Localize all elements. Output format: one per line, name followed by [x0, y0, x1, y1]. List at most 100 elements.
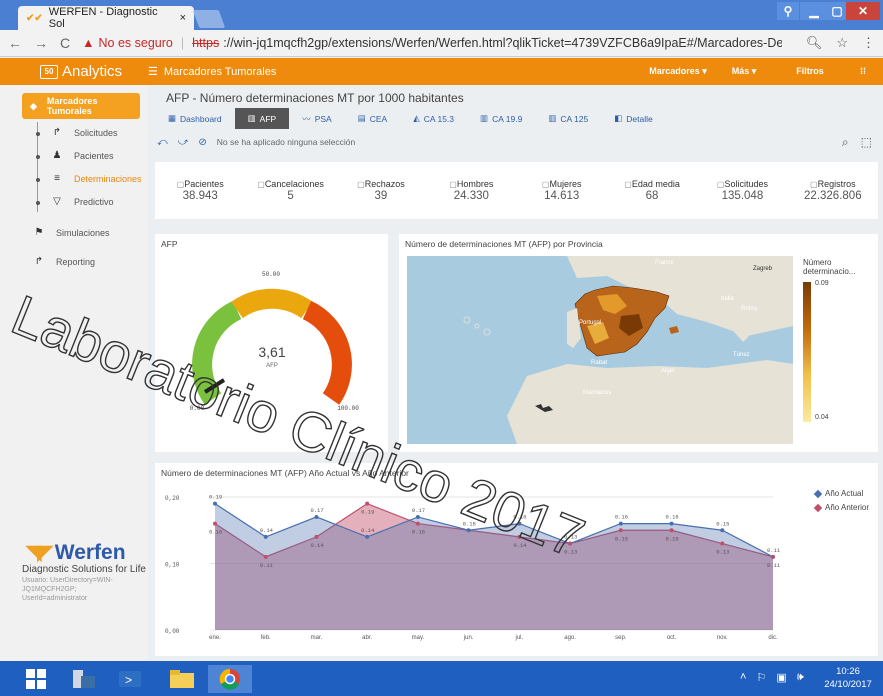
sidebar-item-label: Simulaciones [56, 227, 110, 238]
powershell-icon[interactable]: > [108, 665, 152, 693]
data-point [365, 501, 370, 506]
tagline: Diagnostic Solutions for Life [22, 564, 146, 575]
close-window-icon[interactable]: ✕ [846, 2, 880, 20]
data-label: 0.14 [310, 542, 324, 549]
chrome-icon[interactable] [208, 665, 252, 693]
africa-landmass [507, 360, 793, 444]
bookmark-star-icon[interactable]: ☆ [836, 35, 848, 51]
detail-icon: ◧ [614, 113, 623, 123]
sidebar-item-solicitudes[interactable]: ↱ Solicitudes [52, 127, 118, 138]
tab-close-icon[interactable]: × [180, 12, 186, 24]
url-text: ://win-jq1mqcfh2gp/extensions/Werfen/Wer… [223, 36, 783, 50]
bar-chart-icon: ▥ [480, 113, 489, 123]
kpi-cancelaciones: Cancelaciones5 [245, 162, 335, 219]
warning-icon: ▲ [82, 36, 95, 50]
browser-tab[interactable]: ✔✔ WERFEN - Diagnostic Sol × [18, 6, 194, 30]
user-icon[interactable]: ⚲ [777, 2, 799, 20]
balearic-provinces[interactable] [669, 326, 679, 334]
y-tick-label: 0,20 [165, 495, 180, 502]
data-point [263, 554, 268, 559]
tab-psa[interactable]: 〰 PSA [289, 108, 345, 129]
gauge-mid-label: 50.00 [262, 271, 280, 278]
tab-cea[interactable]: ▤ CEA [345, 108, 401, 129]
tab-ca199[interactable]: ▥ CA 19.9 [467, 108, 535, 129]
kpi-value: 14.613 [544, 190, 580, 202]
clock[interactable]: 10:26 24/10/2017 [818, 665, 878, 691]
map-legend-min: 0.04 [815, 414, 829, 421]
zoom-icon[interactable]: 🔍︎ [806, 35, 823, 51]
data-label: 0.11 [260, 562, 274, 569]
tab-detalle[interactable]: ◧ Detalle [601, 108, 666, 129]
url-field[interactable]: ▲ No es seguro | https://win-jq1mqcfh2gp… [82, 36, 782, 50]
logo-text: Werfen [54, 540, 126, 564]
back-selection-icon[interactable]: ⤺ [157, 137, 168, 148]
tab-ca153[interactable]: ◭ CA 15.3 [400, 108, 467, 129]
data-point [314, 534, 319, 539]
filtros-button[interactable]: Filtros [777, 66, 843, 77]
forward-icon[interactable]: → [34, 35, 48, 51]
forward-selection-icon[interactable]: ⤻ [178, 137, 189, 148]
sidebar-item-reporting[interactable]: ↱ Reporting [34, 256, 95, 267]
tab-dashboard[interactable]: ▦ Dashboard [155, 108, 235, 129]
island [463, 316, 471, 324]
hamburger-icon: ☰ [148, 66, 158, 78]
sidebar-item-simulaciones[interactable]: ⚑ Simulaciones [34, 227, 110, 238]
kpi-label: Edad media [624, 179, 680, 189]
page-title: AFP - Número determinaciones MT por 1000… [166, 91, 464, 105]
gauge-max-label: 100.00 [337, 405, 359, 412]
line-chart-panel[interactable]: Número de determinaciones MT (AFP) Año A… [155, 463, 878, 656]
series-area-actual [215, 503, 773, 630]
marcadores-menu[interactable]: Marcadores ▾ [645, 66, 711, 77]
selections-tool-icon[interactable]: ⬚ [861, 135, 872, 150]
data-point [618, 528, 623, 533]
tray-chevron-icon[interactable]: ˄ [740, 671, 746, 684]
tab-label: CEA [369, 113, 388, 124]
browser-menu-icon[interactable]: ⋮ [862, 35, 875, 51]
data-point [263, 534, 268, 539]
back-icon[interactable]: ← [8, 35, 22, 51]
sidebar-item-predictivo[interactable]: ▽ Predictivo [52, 196, 113, 207]
apps-grid-icon[interactable]: ⁞⁞ [843, 66, 883, 77]
tab-afp[interactable]: ▥ AFP [234, 108, 290, 129]
sidebar-item-pacientes[interactable]: ♟ Pacientes [52, 150, 114, 161]
data-label: 0.16 [412, 529, 425, 536]
person-icon: ♟ [52, 150, 62, 161]
data-point [720, 541, 725, 546]
map-panel[interactable]: Número de determinaciones MT (AFP) por P… [399, 234, 878, 452]
sidebar-item-determinaciones[interactable]: ≡ Determinaciones [52, 173, 141, 184]
province-map[interactable]: France Zagreb Italia Roma Portugal Alger… [407, 256, 793, 444]
app-name: Analytics [62, 63, 123, 80]
search-icon[interactable]: ⌕ [842, 135, 849, 150]
kpi-strip: Pacientes38.943 Cancelaciones5 Rechazos3… [155, 162, 878, 219]
data-label: 0.11 [767, 547, 781, 554]
x-tick-label: nov. [717, 635, 728, 641]
data-point [771, 554, 775, 559]
flag-icon[interactable]: ⚐ [756, 671, 766, 684]
windows-start-icon[interactable] [16, 665, 56, 693]
kpi-solicitudes: Solicitudes135.048 [697, 162, 787, 219]
selection-bar: ⤺ ⤻ ⊘ No se ha aplicado ninguna selecció… [155, 132, 878, 152]
clear-selection-icon[interactable]: ⊘ [198, 137, 206, 148]
legend-diamond-icon [813, 489, 823, 498]
menu-toggle[interactable]: ☰ Marcadores Tumorales [148, 65, 276, 79]
app-brand[interactable]: 50 Analytics [0, 63, 148, 80]
file-explorer-icon[interactable] [160, 665, 204, 693]
server-manager-icon[interactable] [62, 665, 106, 693]
data-label: 0.13 [716, 549, 729, 556]
sidebar-item-marcadores[interactable]: ◆ Marcadores Tumorales [22, 93, 140, 119]
legend-item-anterior[interactable]: Año Anterior [813, 503, 869, 512]
data-label: 0.15 [716, 520, 729, 527]
volume-icon[interactable]: 🕪︎ [797, 671, 804, 684]
network-icon[interactable]: ▣ [776, 671, 786, 684]
tree-dot [36, 155, 40, 159]
tab-ca125[interactable]: ▥ CA 125 [535, 108, 601, 129]
bar-chart-icon: ▥ [247, 113, 256, 123]
gauge-panel[interactable]: AFP 3,61 AFP 50.00 0.00 100.00 [155, 234, 388, 452]
list-icon: ≡ [54, 173, 60, 184]
legend-item-actual[interactable]: Año Actual [813, 489, 869, 498]
data-label: 0.13 [564, 549, 577, 556]
new-tab-button[interactable] [192, 10, 226, 28]
reload-icon[interactable]: C [60, 35, 70, 51]
line-chart-icon: 〰 [302, 113, 311, 124]
mas-menu[interactable]: Más ▾ [711, 66, 777, 77]
